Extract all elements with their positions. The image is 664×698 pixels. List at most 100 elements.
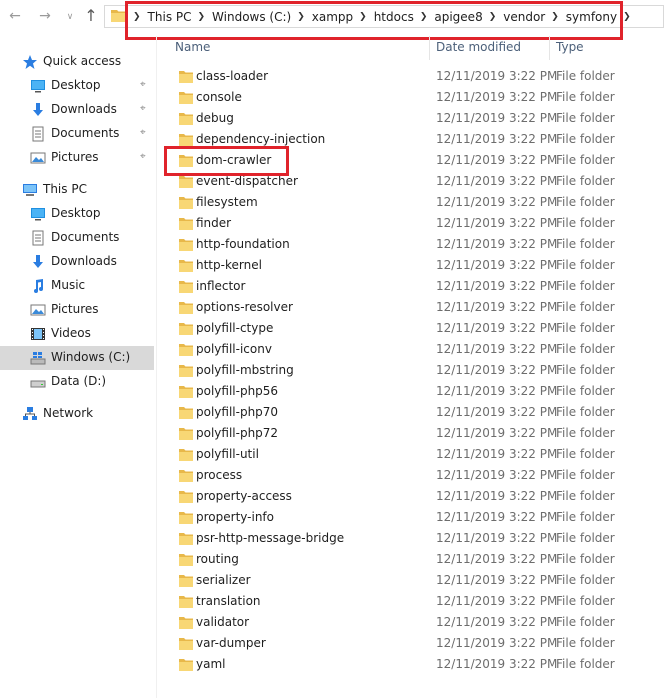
file-name: validator: [196, 615, 250, 629]
column-divider[interactable]: [429, 36, 430, 60]
file-type: File folder: [556, 195, 615, 209]
file-type: File folder: [556, 342, 615, 356]
table-row[interactable]: routing 12/11/2019 3:22 PM File folder: [157, 550, 664, 571]
table-row[interactable]: polyfill-php72 12/11/2019 3:22 PM File fol…: [157, 424, 664, 445]
table-row[interactable]: http-foundation 12/11/2019 3:22 PM File fo…: [157, 235, 664, 256]
nav-quick-access[interactable]: Quick access: [0, 50, 154, 74]
nav-item-label: Pictures: [51, 150, 99, 164]
pin-icon[interactable]: ⌖: [140, 103, 146, 114]
table-row[interactable]: polyfill-iconv 12/11/2019 3:22 PM File fol…: [157, 340, 664, 361]
table-row[interactable]: validator 12/11/2019 3:22 PM File folder: [157, 613, 664, 634]
table-row[interactable]: filesystem 12/11/2019 3:22 PM File folder: [157, 193, 664, 214]
file-type: File folder: [556, 321, 615, 335]
documents-icon: [30, 126, 46, 142]
table-row[interactable]: yaml 12/11/2019 3:22 PM File folder: [157, 655, 664, 676]
folder-icon: [179, 386, 193, 398]
file-name: filesystem: [196, 195, 258, 209]
this-pc-item[interactable]: Videos: [0, 322, 154, 346]
nav-item-label: Videos: [51, 326, 91, 340]
file-name: finder: [196, 216, 232, 230]
column-divider[interactable]: [549, 36, 550, 60]
file-name: serializer: [196, 573, 251, 587]
pin-icon[interactable]: ⌖: [140, 151, 146, 162]
file-date-modified: 12/11/2019 3:22 PM: [436, 321, 558, 335]
column-header-name[interactable]: Name: [175, 40, 210, 54]
file-name: routing: [196, 552, 239, 566]
file-date-modified: 12/11/2019 3:22 PM: [436, 489, 558, 503]
file-date-modified: 12/11/2019 3:22 PM: [436, 174, 558, 188]
arrow-up-icon[interactable]: ↑: [82, 7, 100, 25]
folder-icon: [179, 323, 193, 335]
quick-access-item[interactable]: Downloads ⌖: [0, 98, 154, 122]
folder-icon: [179, 470, 193, 482]
table-row[interactable]: psr-http-message-bridge 12/11/2019 3:22 P…: [157, 529, 664, 550]
arrow-left-icon[interactable]: ←: [6, 7, 24, 25]
quick-access-icon: [22, 54, 38, 70]
nav-item-label: Windows (C:): [51, 350, 131, 364]
pictures-icon: [30, 302, 46, 318]
this-pc-item[interactable]: Downloads: [0, 250, 154, 274]
pin-icon[interactable]: ⌖: [140, 79, 146, 90]
nav-this-pc[interactable]: This PC: [0, 178, 154, 202]
pin-icon[interactable]: ⌖: [140, 127, 146, 138]
file-type: File folder: [556, 132, 615, 146]
file-name: polyfill-php70: [196, 405, 279, 419]
file-name: dependency-injection: [196, 132, 326, 146]
nav-item-label: Network: [43, 406, 94, 420]
file-name: property-access: [196, 489, 292, 503]
table-row[interactable]: finder 12/11/2019 3:22 PM File folder: [157, 214, 664, 235]
row-highlight-box: [164, 146, 289, 176]
table-row[interactable]: process 12/11/2019 3:22 PM File folder: [157, 466, 664, 487]
folder-icon: [179, 575, 193, 587]
this-pc-item[interactable]: Data (D:): [0, 370, 154, 394]
file-name: class-loader: [196, 69, 269, 83]
table-row[interactable]: debug 12/11/2019 3:22 PM File folder: [157, 109, 664, 130]
table-row[interactable]: translation 12/11/2019 3:22 PM File folder: [157, 592, 664, 613]
file-name: property-info: [196, 510, 274, 524]
table-row[interactable]: var-dumper 12/11/2019 3:22 PM File folder: [157, 634, 664, 655]
table-row[interactable]: polyfill-mbstring 12/11/2019 3:22 PM File …: [157, 361, 664, 382]
file-date-modified: 12/11/2019 3:22 PM: [436, 153, 558, 167]
nav-network[interactable]: Network: [0, 402, 154, 426]
file-date-modified: 12/11/2019 3:22 PM: [436, 615, 558, 629]
this-pc-icon: [22, 182, 38, 198]
column-header-type[interactable]: Type: [556, 40, 584, 54]
quick-access-item[interactable]: Documents ⌖: [0, 122, 154, 146]
file-type: File folder: [556, 69, 615, 83]
breadcrumb-separator-icon[interactable]: ❯: [623, 12, 631, 22]
this-pc-item[interactable]: Windows (C:): [0, 346, 154, 370]
table-row[interactable]: property-access 12/11/2019 3:22 PM File fo…: [157, 487, 664, 508]
table-row[interactable]: property-info 12/11/2019 3:22 PM File fold…: [157, 508, 664, 529]
folder-icon: [179, 302, 193, 314]
file-type: File folder: [556, 174, 615, 188]
table-row[interactable]: http-kernel 12/11/2019 3:22 PM File folder: [157, 256, 664, 277]
file-date-modified: 12/11/2019 3:22 PM: [436, 384, 558, 398]
file-type: File folder: [556, 216, 615, 230]
file-date-modified: 12/11/2019 3:22 PM: [436, 531, 558, 545]
file-date-modified: 12/11/2019 3:22 PM: [436, 258, 558, 272]
table-row[interactable]: polyfill-php70 12/11/2019 3:22 PM File fol…: [157, 403, 664, 424]
quick-access-item[interactable]: Desktop ⌖: [0, 74, 154, 98]
table-row[interactable]: polyfill-ctype 12/11/2019 3:22 PM File fol…: [157, 319, 664, 340]
folder-icon: [179, 617, 193, 629]
this-pc-item[interactable]: Music: [0, 274, 154, 298]
file-type: File folder: [556, 594, 615, 608]
table-row[interactable]: polyfill-php56 12/11/2019 3:22 PM File fol…: [157, 382, 664, 403]
quick-access-item[interactable]: Pictures ⌖: [0, 146, 154, 170]
table-row[interactable]: inflector 12/11/2019 3:22 PM File folder: [157, 277, 664, 298]
file-date-modified: 12/11/2019 3:22 PM: [436, 216, 558, 230]
chevron-down-icon[interactable]: ∨: [61, 8, 79, 26]
table-row[interactable]: options-resolver 12/11/2019 3:22 PM File f…: [157, 298, 664, 319]
file-type: File folder: [556, 363, 615, 377]
table-row[interactable]: serializer 12/11/2019 3:22 PM File folder: [157, 571, 664, 592]
file-date-modified: 12/11/2019 3:22 PM: [436, 363, 558, 377]
table-row[interactable]: console 12/11/2019 3:22 PM File folder: [157, 88, 664, 109]
this-pc-item[interactable]: Desktop: [0, 202, 154, 226]
column-header-date-modified[interactable]: Date modified: [436, 40, 521, 54]
arrow-right-icon[interactable]: →: [36, 7, 54, 25]
table-row[interactable]: polyfill-util 12/11/2019 3:22 PM File fold…: [157, 445, 664, 466]
table-row[interactable]: class-loader 12/11/2019 3:22 PM File folde…: [157, 67, 664, 88]
this-pc-item[interactable]: Documents: [0, 226, 154, 250]
file-name: translation: [196, 594, 261, 608]
this-pc-item[interactable]: Pictures: [0, 298, 154, 322]
